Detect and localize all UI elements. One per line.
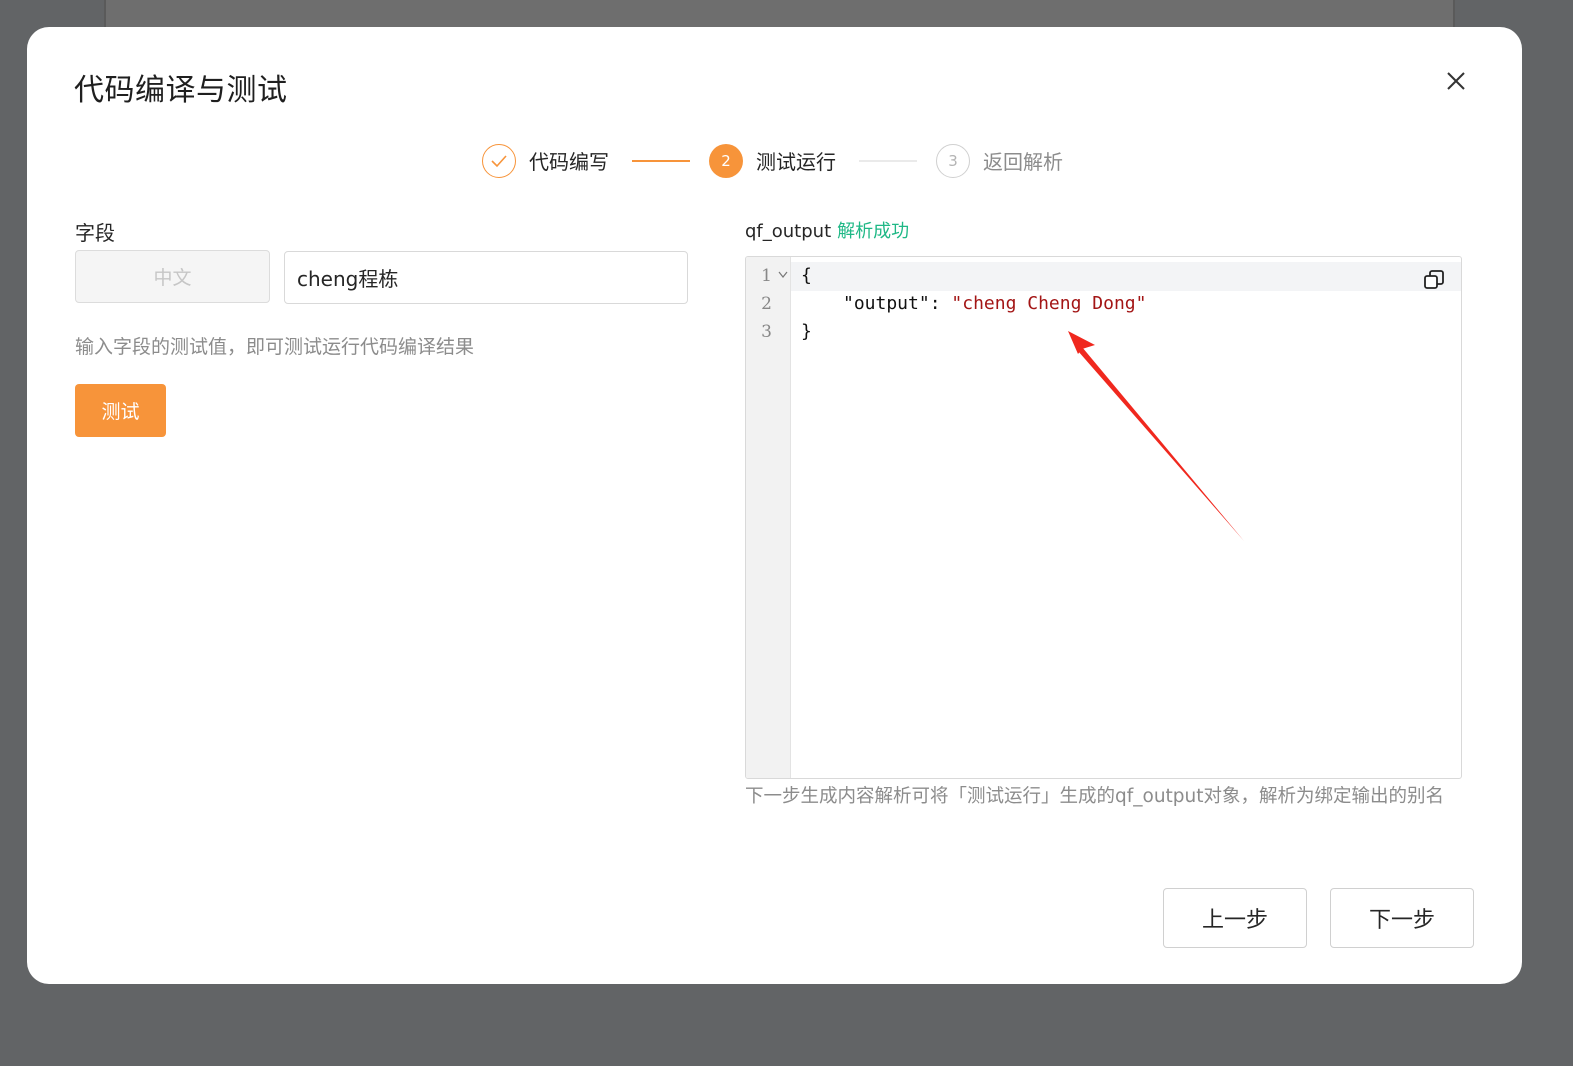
json-value: "cheng Cheng Dong" xyxy=(951,293,1147,314)
output-name: qf_output xyxy=(745,221,832,242)
step-connector-2 xyxy=(859,160,917,162)
test-hint: 输入字段的测试值，即可测试运行代码编译结果 xyxy=(75,336,475,358)
fold-icon[interactable] xyxy=(778,269,788,279)
line-number: 1 xyxy=(761,266,772,286)
code-editor[interactable]: 1 2 3 { "output": "cheng Cheng Dong" } xyxy=(745,256,1462,779)
check-icon xyxy=(491,155,507,168)
step-1-label[interactable]: 代码编写 xyxy=(529,148,609,176)
active-line-highlight xyxy=(791,262,1461,291)
step-connector-1 xyxy=(632,160,690,162)
step-2-label[interactable]: 测试运行 xyxy=(756,148,836,176)
line-number: 3 xyxy=(761,322,772,342)
step-1-indicator[interactable] xyxy=(482,144,516,178)
prev-step-button[interactable]: 上一步 xyxy=(1163,888,1307,948)
close-button[interactable] xyxy=(1439,64,1473,98)
step-3-indicator[interactable]: 3 xyxy=(936,144,970,178)
close-icon xyxy=(1447,72,1465,90)
code-line-2: "output": "cheng Cheng Dong" xyxy=(843,290,1146,318)
parse-status: 解析成功 xyxy=(837,221,910,242)
step-2-indicator[interactable]: 2 xyxy=(709,144,743,178)
line-gutter: 1 2 3 xyxy=(746,257,791,778)
line-number: 2 xyxy=(761,294,772,314)
dialog-title: 代码编译与测试 xyxy=(74,73,288,108)
language-tag: 中文 xyxy=(75,250,270,303)
output-hint: 下一步生成内容解析可将「测试运行」生成的qf_output对象，解析为绑定输出的… xyxy=(745,786,1445,807)
json-key: "output" xyxy=(843,293,930,314)
step-3-label[interactable]: 返回解析 xyxy=(983,148,1063,176)
output-header: qf_output 解析成功 xyxy=(745,217,909,243)
next-step-button[interactable]: 下一步 xyxy=(1330,888,1474,948)
copy-icon[interactable] xyxy=(1423,269,1445,291)
code-line-3: } xyxy=(801,321,812,342)
test-value-input[interactable] xyxy=(284,251,688,304)
code-compile-dialog: 代码编译与测试 代码编写 2 测试运行 3 返回解析 字段 中文 输入字段的测试… xyxy=(27,27,1522,984)
field-label: 字段 xyxy=(75,221,115,245)
test-button[interactable]: 测试 xyxy=(75,384,166,437)
json-colon: : xyxy=(929,293,952,314)
code-line-1: { xyxy=(801,265,812,286)
